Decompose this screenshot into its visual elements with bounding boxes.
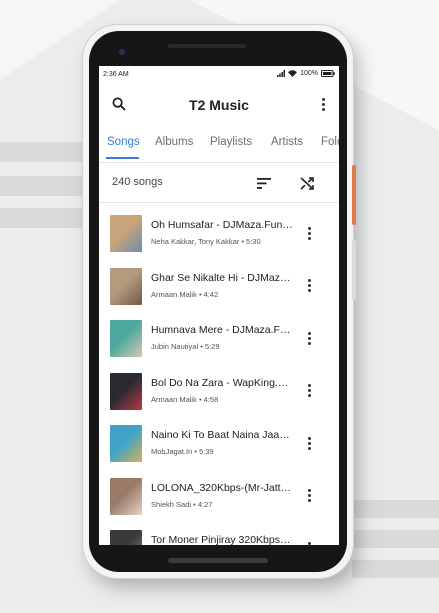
more-vert-icon [307,384,311,397]
meta-separator: • [198,342,205,351]
battery-percent: 100% [300,70,318,77]
song-row[interactable]: Naino Ki To Baat Naina Jaane Hai.mp3 MobJ… [99,418,339,470]
more-vert-icon [307,489,311,502]
power-button [352,165,356,225]
bg-stripe [352,560,439,578]
song-meta: Neha Kakkar, Tony Kakkar • 5:30 [151,237,293,246]
meta-separator: • [196,394,204,404]
earpiece-speaker [168,44,246,48]
tab-songs[interactable]: Songs [107,136,140,148]
song-title: Bol Do Na Zara - WapKing.mp3 [151,376,293,389]
song-row[interactable]: Bol Do Na Zara - WapKing.mp3 Armaan Malik… [99,366,339,418]
song-meta: Armaan Malik • 4:58 [151,395,293,404]
song-artist: Shiekh Sadi [151,499,192,509]
tab-artists[interactable]: Artists [271,136,303,148]
song-more-button[interactable] [299,537,319,545]
song-artist: MobJagat.In [151,447,193,456]
album-art [110,372,142,410]
song-title: Ghar Se Nikalte Hi - DJMaza.Fun.mp3 [151,271,293,284]
divider [99,162,339,163]
status-icons: 100% [277,70,335,77]
song-artist: Neha Kakkar, Tony Kakkar [151,237,240,246]
song-duration: 5:39 [199,447,214,456]
volume-button [352,240,356,300]
bg-stripe [0,208,90,228]
active-tab-indicator [106,157,139,159]
search-icon [112,97,126,111]
song-duration: 5:29 [204,342,220,351]
bottom-speaker [168,558,268,563]
song-meta: MobJagat.In • 5:39 [151,447,293,456]
tab-playlists[interactable]: Playlists [210,136,252,148]
album-art [110,425,142,462]
signal-icon [277,70,286,77]
song-duration: 4:58 [203,394,219,404]
song-row[interactable]: Ghar Se Nikalte Hi - DJMaza.Fun.mp3 Armaa… [99,261,339,313]
song-more-button[interactable] [299,327,319,349]
song-duration: 4:42 [203,289,219,299]
status-time: 2:36 AM [103,71,129,78]
more-vert-icon [307,331,311,345]
album-art [110,267,142,305]
song-duration: 5:30 [246,237,261,246]
battery-icon [321,70,335,77]
more-vert-icon [321,97,325,111]
overflow-menu-button[interactable] [311,92,335,116]
sort-icon [257,177,271,189]
album-art [110,320,142,357]
bg-stripe [352,500,439,518]
more-vert-icon [307,541,311,546]
more-vert-icon [307,279,311,292]
song-artist: Jubin Nautiyal [151,342,199,351]
meta-separator: • [191,499,198,509]
album-art [110,215,142,252]
phone-screen: 2:36 AM 100% T2 Music Songs Albums Playl… [99,66,339,545]
bg-stripe [0,142,90,162]
shuffle-icon [300,176,314,190]
album-art [110,530,142,545]
song-meta: Jubin Nautiyal • 5:29 [151,342,293,351]
search-button[interactable] [107,92,131,116]
song-row[interactable]: LOLONA_320Kbps-(Mr-Jatt).mp3 Shiekh Sadi … [99,471,339,523]
song-artist: Armaan Malik [151,394,197,404]
song-title: LOLONA_320Kbps-(Mr-Jatt).mp3 [151,481,293,494]
song-more-button[interactable] [299,222,319,244]
song-row[interactable]: Tor Moner Pinjiray 320Kbps.mp3 [99,523,339,545]
song-row[interactable]: Oh Humsafar - DJMaza.Fun.mp3 Neha Kakkar,… [99,208,339,260]
song-title: Tor Moner Pinjiray 320Kbps.mp3 [151,534,293,545]
wifi-icon [288,70,298,77]
more-vert-icon [307,226,311,240]
more-vert-icon [307,436,311,450]
tab-bar: Songs Albums Playlists Artists Fold [99,132,339,160]
song-count: 240 songs [112,176,163,188]
bg-stripe [352,530,439,548]
song-meta: Armaan Malik • 4:42 [151,290,293,299]
song-more-button[interactable] [299,485,319,507]
song-more-button[interactable] [299,380,319,402]
bg-stripe [0,176,90,196]
album-art [110,477,142,515]
meta-separator: • [196,289,204,299]
shuffle-button[interactable] [295,171,319,195]
sort-button[interactable] [252,171,276,195]
song-title: Humnava Mere - DJMaza.Fun.mp3 [151,324,293,336]
song-count-row: 240 songs [99,166,339,200]
tab-albums[interactable]: Albums [155,136,193,148]
song-artist: Armaan Malik [151,289,197,299]
app-bar: T2 Music [99,84,339,128]
tab-folders[interactable]: Fold [321,136,339,148]
song-title: Naino Ki To Baat Naina Jaane Hai.mp3 [151,429,293,441]
song-row[interactable]: Humnava Mere - DJMaza.Fun.mp3 Jubin Nauti… [99,313,339,365]
song-more-button[interactable] [299,432,319,454]
song-duration: 4:27 [197,499,213,509]
song-meta: Shiekh Sadi • 4:27 [151,500,293,509]
app-title: T2 Music [189,97,249,113]
status-bar: 2:36 AM 100% [99,66,339,84]
front-camera [119,49,125,55]
song-title: Oh Humsafar - DJMaza.Fun.mp3 [151,219,293,231]
divider [99,202,339,203]
song-more-button[interactable] [299,275,319,297]
